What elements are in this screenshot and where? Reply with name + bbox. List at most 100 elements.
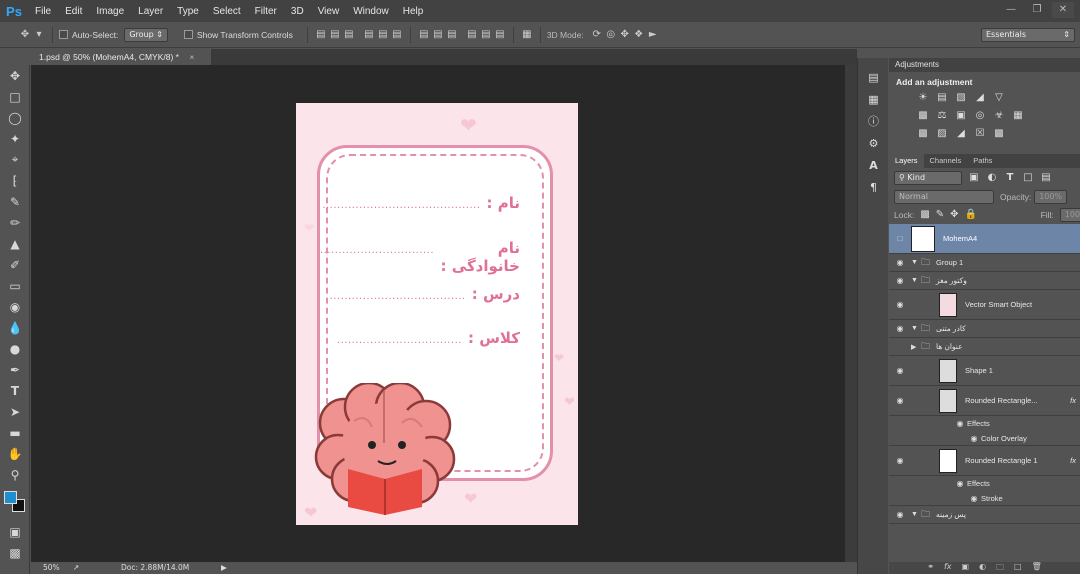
layer-row[interactable]: ◉ ▼ 🗀 کادر متنی bbox=[889, 320, 1080, 338]
healing-brush-tool-icon[interactable]: ✎ bbox=[0, 191, 30, 212]
lock-position-icon[interactable]: ✥ bbox=[950, 209, 958, 221]
chevron-down-icon[interactable]: ▼ bbox=[911, 325, 921, 332]
distribute-right-icon[interactable]: ▤ bbox=[493, 29, 507, 41]
distribute-vcenter-icon[interactable]: ▤ bbox=[431, 29, 445, 41]
align-right-icon[interactable]: ▤ bbox=[390, 29, 404, 41]
menu-select[interactable]: Select bbox=[206, 6, 248, 17]
document-tab[interactable]: 1.psd @ 50% (MohemA4, CMYK/8) * × bbox=[31, 49, 211, 65]
layer-row[interactable]: ◉ Rounded Rectangle 1 fx bbox=[889, 446, 1080, 476]
selective-color-icon[interactable]: ☒ bbox=[974, 128, 986, 140]
brightness-icon[interactable]: ☀ bbox=[917, 92, 929, 104]
close-tab-icon[interactable]: × bbox=[189, 52, 194, 62]
layer-row[interactable]: ◉ Shape 1 bbox=[889, 356, 1080, 386]
menu-help[interactable]: Help bbox=[396, 6, 431, 17]
visibility-toggle-empty[interactable]: □ bbox=[889, 234, 911, 243]
curves-icon[interactable]: ▧ bbox=[955, 92, 967, 104]
align-top-icon[interactable]: ▤ bbox=[314, 29, 328, 41]
chevron-right-icon[interactable]: ▶ bbox=[911, 343, 921, 351]
status-menu-arrow-icon[interactable]: ▶ bbox=[221, 562, 227, 574]
link-layers-icon[interactable]: ⚭ bbox=[927, 562, 934, 574]
transform-controls-checkbox[interactable] bbox=[183, 30, 193, 39]
filter-adjustment-icon[interactable]: ◐ bbox=[986, 172, 998, 184]
distribute-top-icon[interactable]: ▤ bbox=[417, 29, 431, 41]
3d-roll-icon[interactable]: ◎ bbox=[604, 29, 618, 41]
eye-icon[interactable]: ◉ bbox=[889, 300, 911, 309]
invert-icon[interactable]: ▩ bbox=[917, 128, 929, 140]
auto-select-checkbox[interactable] bbox=[59, 30, 68, 39]
exposure-icon[interactable]: ◢ bbox=[974, 92, 986, 104]
chevron-down-icon[interactable]: ▾ bbox=[32, 29, 46, 41]
magic-wand-tool-icon[interactable]: ✦ bbox=[0, 128, 30, 149]
menu-type[interactable]: Type bbox=[170, 6, 206, 17]
character-icon[interactable]: A bbox=[858, 154, 889, 176]
lasso-tool-icon[interactable]: ◯ bbox=[0, 107, 30, 128]
rectangle-tool-icon[interactable]: ▬ bbox=[0, 422, 30, 443]
paint-bucket-tool-icon[interactable]: ◉ bbox=[0, 296, 30, 317]
blur-tool-icon[interactable]: 💧 bbox=[0, 317, 30, 338]
align-hcenter-icon[interactable]: ▤ bbox=[376, 29, 390, 41]
3d-camera-icon[interactable]: ► bbox=[646, 29, 660, 41]
menu-window[interactable]: Window bbox=[346, 6, 396, 17]
distribute-bottom-icon[interactable]: ▤ bbox=[445, 29, 459, 41]
chevron-down-icon[interactable]: ▼ bbox=[911, 511, 921, 518]
distribute-left-icon[interactable]: ▤ bbox=[465, 29, 479, 41]
hue-saturation-icon[interactable]: ▩ bbox=[917, 110, 929, 122]
adjustments-panel-header[interactable]: Adjustments bbox=[889, 58, 1080, 72]
3d-drag-icon[interactable]: ✥ bbox=[618, 29, 632, 41]
type-tool-icon[interactable]: T bbox=[0, 380, 30, 401]
eye-icon[interactable]: ◉ bbox=[967, 434, 981, 443]
move-tool-preset-icon[interactable]: ✥ bbox=[18, 29, 32, 41]
align-vcenter-icon[interactable]: ▤ bbox=[328, 29, 342, 41]
document-canvas[interactable]: ❤ ❤ ❤ ❤ ❤ ❤ ❤ نام : ....................… bbox=[296, 103, 578, 525]
layer-row[interactable]: ▶ 🗀 عنوان ها bbox=[889, 338, 1080, 356]
eye-icon[interactable]: ◉ bbox=[889, 324, 911, 333]
menu-image[interactable]: Image bbox=[89, 6, 131, 17]
crop-tool-icon[interactable]: ⌖ bbox=[0, 149, 30, 170]
lock-all-icon[interactable]: 🔒 bbox=[965, 209, 977, 221]
vertical-scrollbar[interactable] bbox=[845, 65, 857, 562]
effect-row[interactable]: ◉ Stroke bbox=[889, 491, 1080, 506]
brush-tool-icon[interactable]: ✏ bbox=[0, 212, 30, 233]
color-balance-icon[interactable]: ⚖ bbox=[936, 110, 948, 122]
blend-mode-dropdown[interactable]: Normal bbox=[894, 190, 994, 204]
distribute-hcenter-icon[interactable]: ▤ bbox=[479, 29, 493, 41]
eraser-tool-icon[interactable]: ▭ bbox=[0, 275, 30, 296]
close-icon[interactable]: ✕ bbox=[1052, 2, 1074, 18]
chevron-down-icon[interactable]: ▼ bbox=[911, 277, 921, 284]
minimize-icon[interactable]: — bbox=[1000, 2, 1022, 18]
3d-rotate-icon[interactable]: ⟳ bbox=[590, 29, 604, 41]
menu-3d[interactable]: 3D bbox=[284, 6, 311, 17]
layer-row[interactable]: ◉ ▼ 🗀 وکتور مغز bbox=[889, 272, 1080, 290]
tab-paths[interactable]: Paths bbox=[967, 154, 998, 168]
history-brush-tool-icon[interactable]: ✐ bbox=[0, 254, 30, 275]
pen-tool-icon[interactable]: ✒ bbox=[0, 359, 30, 380]
effect-row[interactable]: ◉ Color Overlay bbox=[889, 431, 1080, 446]
layer-row[interactable]: ◉ Rounded Rectangle... fx bbox=[889, 386, 1080, 416]
align-left-icon[interactable]: ▤ bbox=[362, 29, 376, 41]
threshold-icon[interactable]: ◢ bbox=[955, 128, 967, 140]
quick-mask-icon[interactable]: ▣ bbox=[0, 521, 30, 542]
eye-icon[interactable]: ◉ bbox=[953, 479, 967, 488]
align-bottom-icon[interactable]: ▤ bbox=[342, 29, 356, 41]
paragraph-icon[interactable]: ¶ bbox=[858, 176, 889, 198]
layer-row[interactable]: ◉ ▼ 🗀 پس زمینه bbox=[889, 506, 1080, 524]
lock-transparent-icon[interactable]: ▩ bbox=[920, 209, 929, 221]
add-mask-icon[interactable]: ▣ bbox=[962, 562, 970, 574]
menu-view[interactable]: View bbox=[311, 6, 347, 17]
new-adjustment-icon[interactable]: ◐ bbox=[979, 562, 986, 574]
chevron-down-icon[interactable]: ▼ bbox=[911, 259, 921, 266]
marquee-tool-icon[interactable]: □ bbox=[0, 86, 30, 107]
auto-select-dropdown[interactable]: Group ⇕ bbox=[124, 27, 168, 42]
color-lookup-icon[interactable]: ▦ bbox=[1012, 110, 1024, 122]
layer-row[interactable]: ◉ ▼ 🗀 Group 1 bbox=[889, 254, 1080, 272]
hand-tool-icon[interactable]: ✋ bbox=[0, 443, 30, 464]
eye-icon[interactable]: ◉ bbox=[953, 419, 967, 428]
filter-type-icon[interactable]: T bbox=[1004, 172, 1016, 184]
effects-row[interactable]: ◉ Effects bbox=[889, 416, 1080, 431]
filter-shape-icon[interactable]: □ bbox=[1022, 172, 1034, 184]
auto-align-icon[interactable]: ▦ bbox=[520, 29, 534, 41]
layer-row[interactable]: ◉ Vector Smart Object bbox=[889, 290, 1080, 320]
tab-channels[interactable]: Channels bbox=[924, 154, 968, 168]
eye-icon[interactable]: ◉ bbox=[889, 366, 911, 375]
path-selection-tool-icon[interactable]: ➤ bbox=[0, 401, 30, 422]
